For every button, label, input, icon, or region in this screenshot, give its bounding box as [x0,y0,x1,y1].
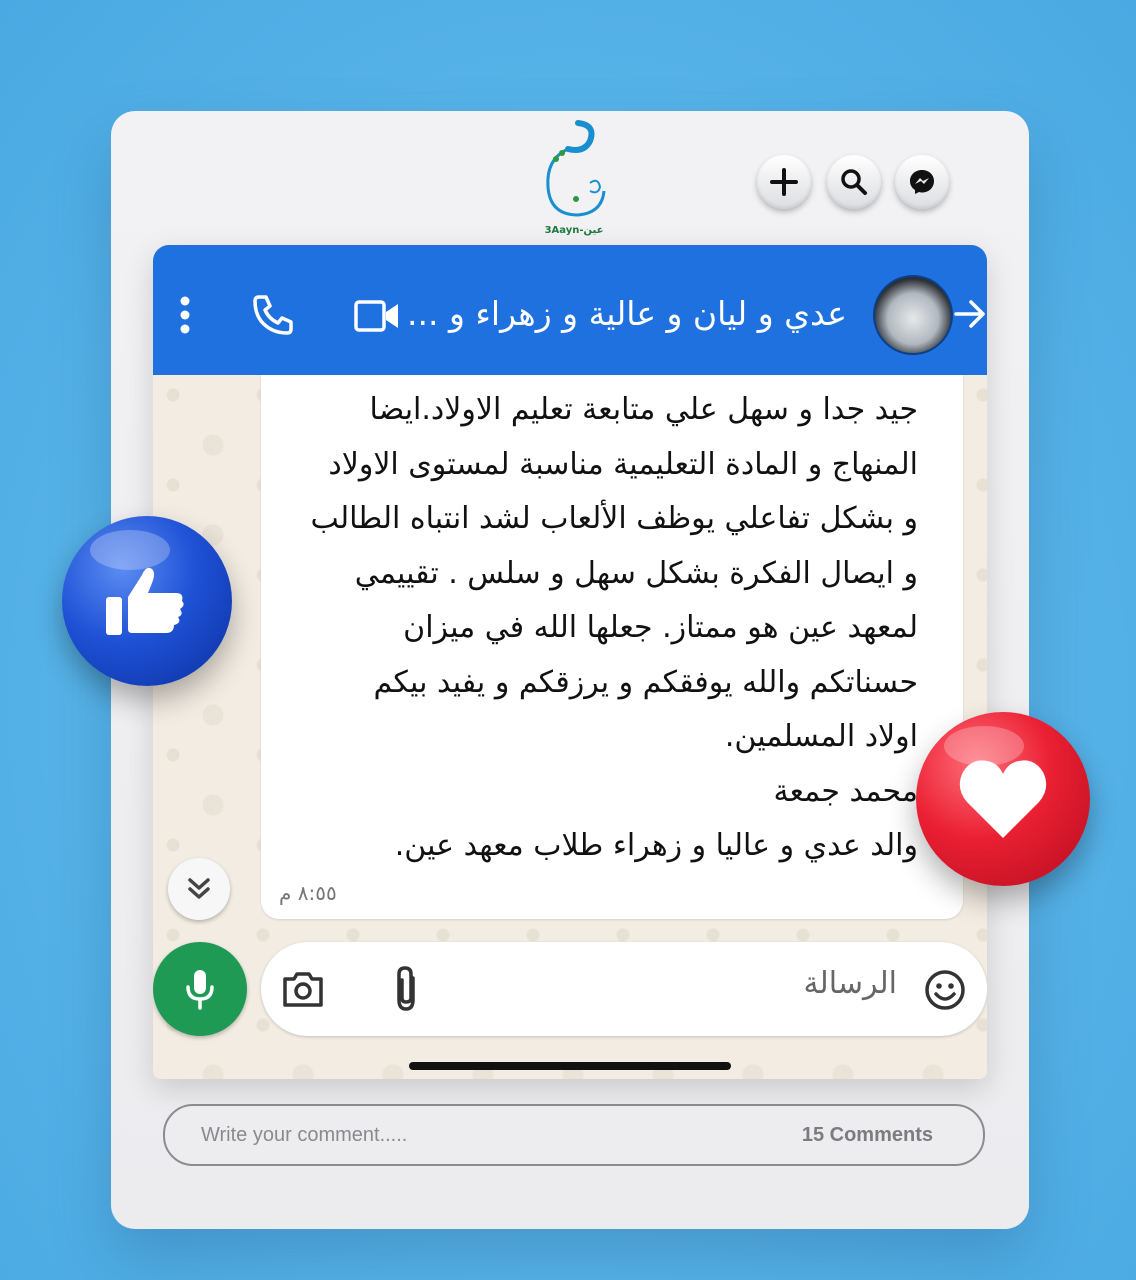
logo-caption: 3Aayn-عين [544,225,604,236]
plus-icon [770,168,798,196]
message-line: و ايصال الفكرة بشكل سهل و سلس . تقييمي [354,555,918,591]
message-line: جيد جدا و سهل علي متابعة تعليم الاولاد.ا… [369,392,918,427]
comment-bar[interactable]: Write your comment..... 15 Comments [163,1104,985,1166]
thumbs-up-icon [106,567,184,635]
message-bubble[interactable]: جيد جدا و سهل علي متابعة تعليم الاولاد.ا… [261,375,963,919]
message-line: اولاد المسلمين. [724,719,918,754]
like-gloss [90,530,170,570]
add-button[interactable] [757,155,811,209]
message-line: حسناتكم والله يوفقكم و يرزقكم و يفيد بيك… [373,664,918,700]
message-line: محمد جمعة [773,773,918,809]
comments-count-link[interactable]: 15 Comments [802,1106,933,1164]
scroll-down-button[interactable] [168,858,230,920]
chat-header: عدي و ليان و عالية و زهراء و ... [153,245,987,375]
message-text: جيد جدا و سهل علي متابعة تعليم الاولاد.ا… [238,383,919,874]
message-input-bar[interactable]: الرسالة [261,942,987,1036]
heart-icon [959,760,1047,838]
camera-icon[interactable] [281,969,325,1009]
messenger-button[interactable] [895,155,949,209]
search-button[interactable] [827,155,881,209]
contact-name[interactable]: عدي و ليان و عالية و زهراء و ... [407,289,847,339]
like-reaction[interactable] [62,516,232,686]
emoji-icon[interactable] [923,968,967,1012]
home-indicator [409,1062,731,1070]
attachment-icon[interactable] [391,964,421,1014]
brand-logo [546,120,606,217]
love-reaction[interactable] [916,712,1090,886]
chat-screen: عدي و ليان و عالية و زهراء و ... جيد جدا… [153,245,987,1079]
phone-call-icon[interactable] [251,293,295,337]
more-options-icon[interactable] [177,295,193,335]
message-line: المنهاج و المادة التعليمية مناسبة لمستوى… [328,446,918,482]
message-line: و بشكل تفاعلي يوظف الألعاب لشد انتباه ال… [310,501,919,536]
message-line: لمعهد عين هو ممتاز. جعلها الله في ميزان [403,610,918,645]
search-icon [841,169,867,195]
message-time: ٨:٥٥ م [279,881,337,905]
microphone-icon [186,970,214,1010]
heart-gloss [944,726,1024,766]
contact-avatar[interactable] [873,275,953,355]
messenger-icon [910,170,934,194]
message-line: والد عدي و عاليا و زهراء طلاب معهد عين. [394,828,918,863]
video-call-icon[interactable] [353,297,401,335]
voice-message-button[interactable] [153,942,247,1036]
double-chevron-down-icon [188,878,210,899]
message-input[interactable]: الرسالة [803,966,897,1001]
back-arrow-icon[interactable] [953,297,987,331]
comment-input[interactable]: Write your comment..... [201,1106,407,1164]
